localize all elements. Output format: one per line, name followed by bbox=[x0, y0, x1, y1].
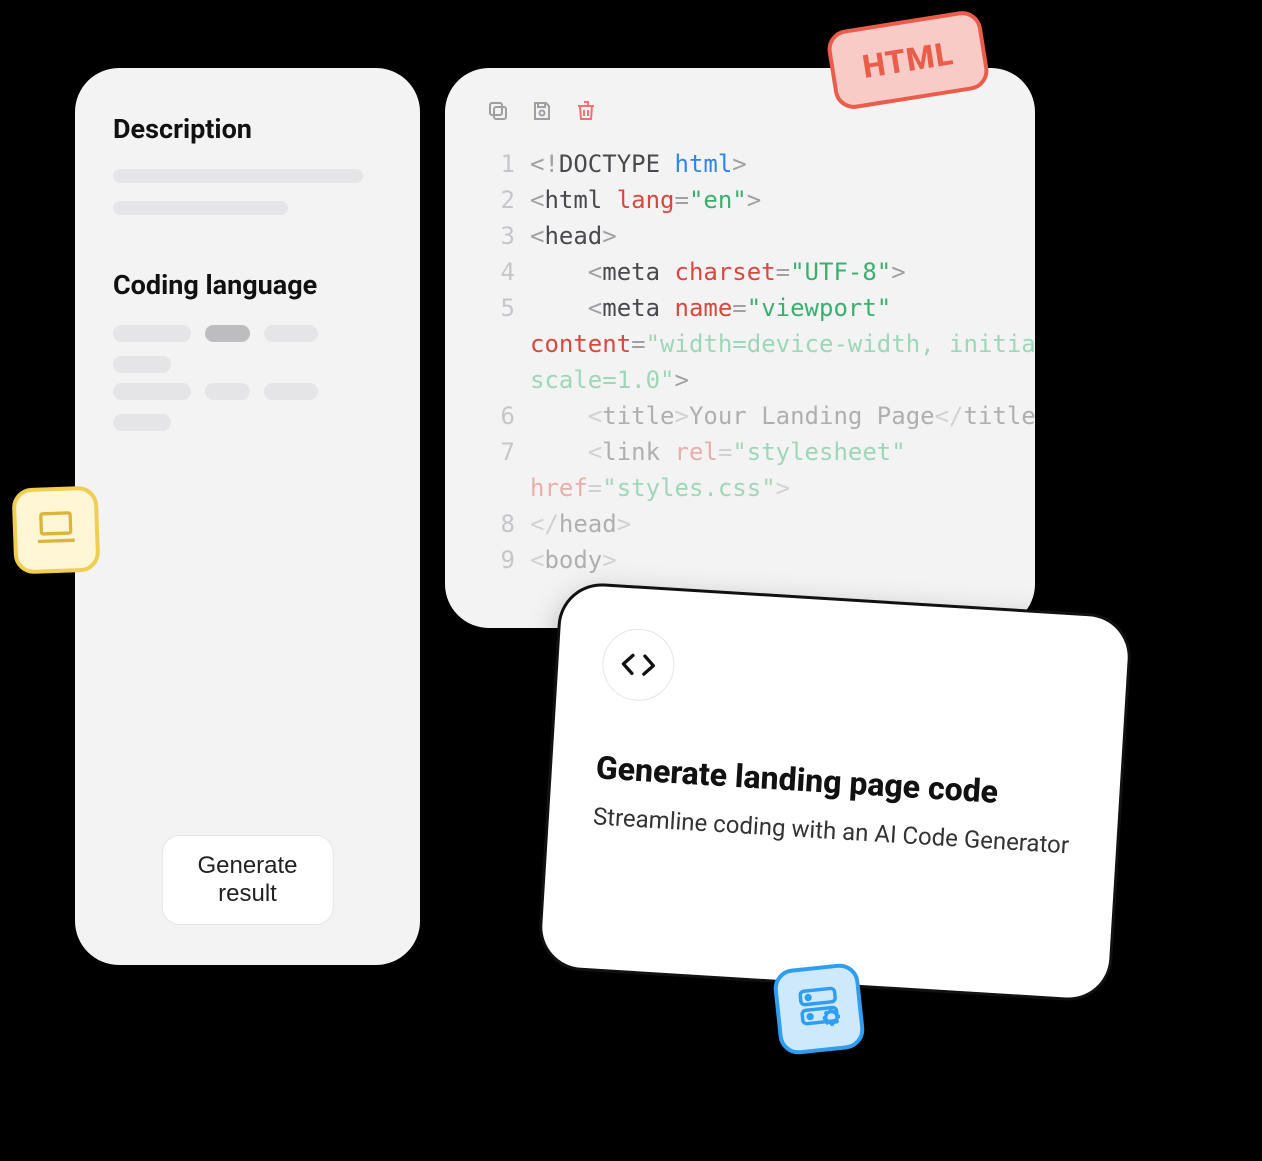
code-line: <!DOCTYPE html> bbox=[530, 146, 1035, 182]
code-line: <html lang="en"> bbox=[530, 182, 1035, 218]
description-heading: Description bbox=[113, 113, 382, 145]
laptop-badge bbox=[12, 486, 101, 575]
copy-icon[interactable] bbox=[485, 98, 511, 124]
language-option[interactable] bbox=[264, 325, 318, 342]
code-line: <title>Your Landing Page</title> bbox=[530, 398, 1035, 434]
code-line: <head> bbox=[530, 218, 1035, 254]
generate-result-button[interactable]: Generate result bbox=[161, 835, 334, 925]
language-pill-row bbox=[113, 383, 382, 431]
language-option-selected[interactable] bbox=[205, 325, 250, 342]
language-option[interactable] bbox=[113, 414, 171, 431]
language-pill-row bbox=[113, 325, 382, 373]
code-line: </head> bbox=[530, 506, 1035, 542]
language-option[interactable] bbox=[113, 383, 191, 400]
save-icon[interactable] bbox=[529, 98, 555, 124]
line-number-gutter: 123456789 bbox=[475, 146, 515, 578]
code-preview-panel: 123456789 <!DOCTYPE html><html lang="en"… bbox=[445, 68, 1035, 628]
code-toolbar bbox=[485, 98, 1035, 124]
code-line: <body> bbox=[530, 542, 1035, 578]
language-option[interactable] bbox=[264, 383, 318, 400]
laptop-icon bbox=[33, 505, 79, 555]
code-line: <link rel="stylesheet" bbox=[530, 434, 1035, 470]
code-brackets-icon bbox=[600, 627, 676, 703]
description-placeholder-line bbox=[113, 169, 363, 183]
code-line: <meta name="viewport" bbox=[530, 290, 1035, 326]
code-line: scale=1.0"> bbox=[530, 362, 1035, 398]
promo-card[interactable]: Generate landing page code Streamline co… bbox=[537, 581, 1134, 1003]
code-lines: <!DOCTYPE html><html lang="en"><head> <m… bbox=[530, 146, 1035, 578]
language-option[interactable] bbox=[113, 356, 171, 373]
code-line: content="width=device-width, initial- bbox=[530, 326, 1035, 362]
code-line: href="styles.css"> bbox=[530, 470, 1035, 506]
coding-language-heading: Coding language bbox=[113, 269, 382, 301]
code-area: 123456789 <!DOCTYPE html><html lang="en"… bbox=[475, 146, 1035, 578]
code-line: <meta charset="UTF-8"> bbox=[530, 254, 1035, 290]
language-option[interactable] bbox=[113, 325, 191, 342]
form-panel: Description Coding language Generate res… bbox=[75, 68, 420, 965]
description-placeholder-line bbox=[113, 201, 288, 215]
html-badge-label: HTML bbox=[860, 34, 956, 86]
language-option[interactable] bbox=[205, 383, 250, 400]
trash-icon[interactable] bbox=[573, 98, 599, 124]
server-gear-icon bbox=[794, 982, 845, 1037]
server-badge bbox=[772, 962, 867, 1057]
